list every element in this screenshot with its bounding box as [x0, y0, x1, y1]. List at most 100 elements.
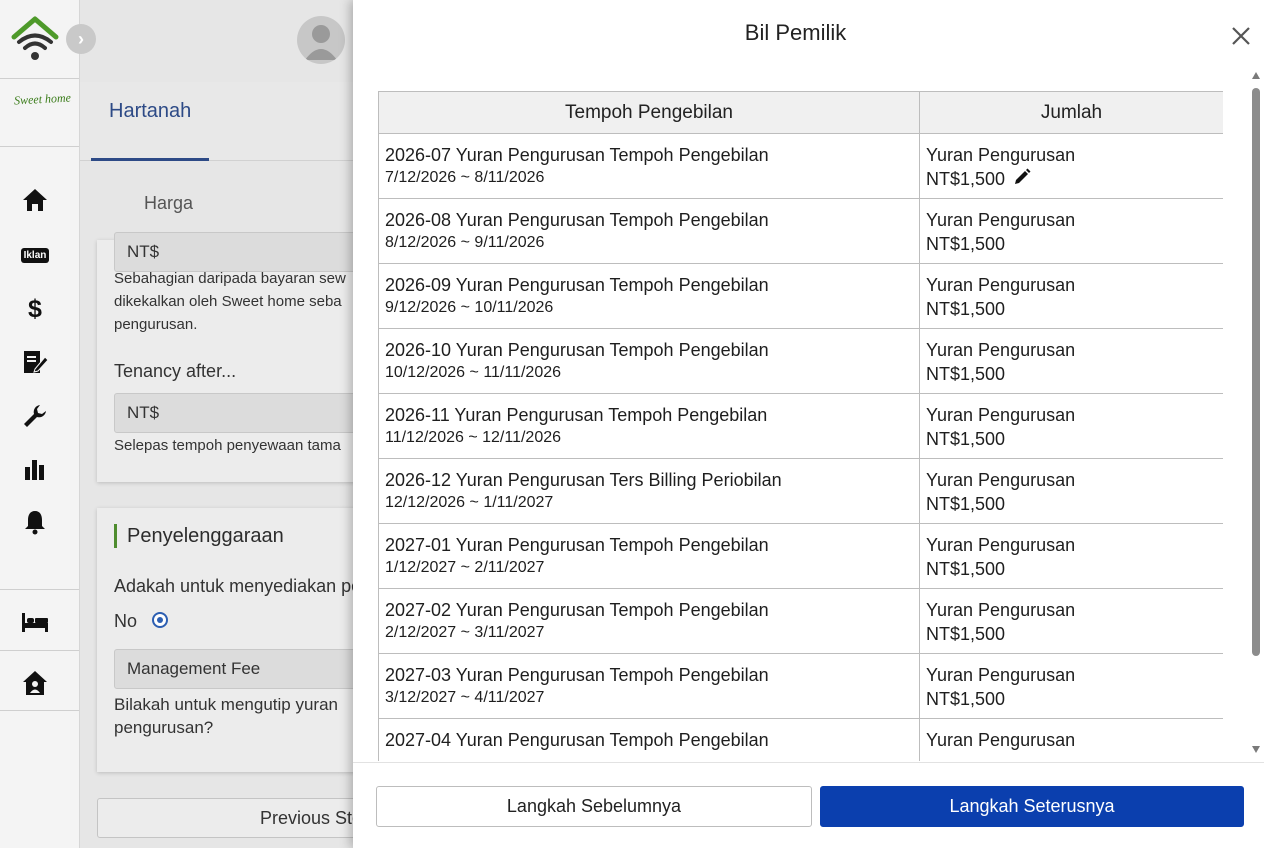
- period-cell: 2027-02 Yuran Pengurusan Tempoh Pengebil…: [378, 588, 920, 654]
- tab-property[interactable]: Hartanah: [109, 100, 191, 123]
- maintenance-question: Adakah untuk menyediakan pe: [114, 576, 362, 596]
- period-cell: 2026-07 Yuran Pengurusan Tempoh Pengebil…: [378, 133, 920, 199]
- scroll-up-arrow-icon[interactable]: [1252, 72, 1260, 79]
- tenancy-after-help: Selepas tempoh penyewaan tama: [114, 437, 341, 454]
- column-header-period: Tempoh Pengebilan: [378, 91, 920, 134]
- owner-bill-modal: Bil Pemilik Tempoh Pengebilan Jumlah 202…: [353, 0, 1264, 848]
- fee-type: Yuran Pengurusan: [926, 730, 1076, 750]
- fee-amount: NT$1,500: [926, 169, 1006, 189]
- table-row: 2026-09 Yuran Pengurusan Tempoh Pengebil…: [378, 263, 1223, 329]
- maintenance-card: Penyelenggaraan Adakah untuk menyediakan…: [97, 508, 374, 772]
- brand-logo: Sweet home: [13, 90, 72, 108]
- table-row: 2026-10 Yuran Pengurusan Tempoh Pengebil…: [378, 328, 1223, 394]
- amount-cell: Yuran Pengurusan: [919, 718, 1223, 761]
- ads-badge[interactable]: Iklan: [0, 244, 70, 266]
- period-cell: 2026-10 Yuran Pengurusan Tempoh Pengebil…: [378, 328, 920, 394]
- fee-amount: NT$1,500: [926, 494, 1006, 514]
- period-dates: 12/12/2026 ~ 1/11/2027: [385, 494, 554, 511]
- period-cell: 2026-08 Yuran Pengurusan Tempoh Pengebil…: [378, 198, 920, 264]
- property-tabs: Hartanah: [80, 82, 380, 161]
- sidebar: Sweet home Iklan $: [0, 0, 80, 848]
- fee-amount: NT$1,500: [926, 299, 1006, 319]
- close-button[interactable]: [1229, 24, 1253, 48]
- period-dates: 2/12/2027 ~ 3/11/2027: [385, 624, 545, 641]
- period-title: 2026-11 Yuran Pengurusan Tempoh Pengebil…: [385, 405, 768, 425]
- fee-type: Yuran Pengurusan: [926, 665, 1076, 685]
- contract-edit-icon[interactable]: [0, 348, 70, 376]
- period-title: 2026-08 Yuran Pengurusan Tempoh Pengebil…: [385, 210, 769, 230]
- period-dates: 7/12/2026 ~ 8/11/2026: [385, 169, 545, 186]
- period-cell: 2026-11 Yuran Pengurusan Tempoh Pengebil…: [378, 393, 920, 459]
- house-user-icon[interactable]: [0, 668, 70, 698]
- radio-no-label: No: [114, 611, 138, 631]
- amount-cell: Yuran Pengurusan NT$1,500: [919, 458, 1223, 524]
- fee-type: Yuran Pengurusan: [926, 275, 1076, 295]
- maintenance-title: Penyelenggaraan: [114, 524, 284, 548]
- period-dates: 1/12/2027 ~ 2/11/2027: [385, 559, 545, 576]
- period-title: 2026-09 Yuran Pengurusan Tempoh Pengebil…: [385, 275, 769, 295]
- table-row: 2027-02 Yuran Pengurusan Tempoh Pengebil…: [378, 588, 1223, 654]
- radio-no[interactable]: [152, 612, 168, 628]
- tenancy-after-input[interactable]: NT$: [114, 393, 374, 433]
- bar-chart-icon[interactable]: [0, 456, 70, 482]
- period-dates: 9/12/2026 ~ 10/11/2026: [385, 299, 554, 316]
- fee-amount: NT$1,500: [926, 689, 1006, 709]
- bell-icon[interactable]: [0, 508, 70, 536]
- fee-type: Yuran Pengurusan: [926, 600, 1076, 620]
- table-row: 2026-08 Yuran Pengurusan Tempoh Pengebil…: [378, 198, 1223, 264]
- table-row: 2026-07 Yuran Pengurusan Tempoh Pengebil…: [378, 133, 1223, 199]
- period-dates: 3/12/2027 ~ 4/11/2027: [385, 689, 545, 706]
- modal-title: Bil Pemilik: [744, 20, 847, 45]
- scroll-down-arrow-icon[interactable]: [1252, 746, 1260, 753]
- scrollbar-thumb[interactable]: [1252, 88, 1260, 656]
- period-cell: 2027-01 Yuran Pengurusan Tempoh Pengebil…: [378, 523, 920, 589]
- expand-sidebar-button[interactable]: ›: [66, 24, 96, 54]
- fee-type: Yuran Pengurusan: [926, 535, 1076, 555]
- management-fee-help: Bilakah untuk mengutip yuran pengurusan?: [114, 695, 338, 737]
- fee-amount: NT$1,500: [926, 624, 1006, 644]
- tab-price[interactable]: Harga: [144, 193, 193, 214]
- period-cell: 2026-09 Yuran Pengurusan Tempoh Pengebil…: [378, 263, 920, 329]
- next-step-button[interactable]: Langkah Seterusnya: [820, 786, 1244, 827]
- management-fee-select[interactable]: Management Fee: [114, 649, 374, 689]
- previous-step-button-bg[interactable]: Previous Ste: [97, 798, 387, 838]
- fee-input[interactable]: NT$: [114, 232, 374, 272]
- billing-table-container[interactable]: Tempoh Pengebilan Jumlah 2026-07 Yuran P…: [378, 91, 1223, 761]
- close-icon: [1232, 27, 1250, 45]
- footer-divider: [353, 762, 1264, 763]
- period-cell: 2027-03 Yuran Pengurusan Tempoh Pengebil…: [378, 653, 920, 719]
- fee-type: Yuran Pengurusan: [926, 405, 1076, 425]
- fee-amount: NT$1,500: [926, 429, 1006, 449]
- column-header-amount: Jumlah: [919, 91, 1223, 134]
- amount-cell: Yuran Pengurusan NT$1,500: [919, 198, 1223, 264]
- amount-cell: Yuran Pengurusan NT$1,500: [919, 653, 1223, 719]
- billing-table: Tempoh Pengebilan Jumlah 2026-07 Yuran P…: [378, 91, 1223, 761]
- wifi-home-logo-icon[interactable]: [0, 14, 70, 64]
- table-row: 2026-11 Yuran Pengurusan Tempoh Pengebil…: [378, 393, 1223, 459]
- amount-cell: Yuran Pengurusan NT$1,500: [919, 263, 1223, 329]
- amount-cell: Yuran Pengurusan NT$1,500: [919, 393, 1223, 459]
- amount-cell: Yuran Pengurusan NT$1,500: [919, 328, 1223, 394]
- period-cell: 2026-12 Yuran Pengurusan Ters Billing Pe…: [378, 458, 920, 524]
- table-row: 2027-03 Yuran Pengurusan Tempoh Pengebil…: [378, 653, 1223, 719]
- wrench-icon[interactable]: [0, 402, 70, 430]
- amount-cell: Yuran Pengurusan NT$1,500: [919, 523, 1223, 589]
- period-title: 2026-10 Yuran Pengurusan Tempoh Pengebil…: [385, 340, 769, 360]
- period-cell: 2027-04 Yuran Pengurusan Tempoh Pengebil…: [378, 718, 920, 761]
- fee-type: Yuran Pengurusan: [926, 210, 1076, 230]
- period-title: 2026-12 Yuran Pengurusan Ters Billing Pe…: [385, 470, 782, 490]
- tenancy-after-label: Tenancy after...: [114, 361, 237, 381]
- period-dates: 8/12/2026 ~ 9/11/2026: [385, 234, 545, 251]
- pencil-icon[interactable]: [1013, 168, 1031, 192]
- dollar-icon[interactable]: $: [0, 294, 70, 322]
- fee-type: Yuran Pengurusan: [926, 145, 1076, 165]
- home-icon[interactable]: [0, 186, 70, 214]
- avatar[interactable]: [297, 16, 345, 64]
- fee-type: Yuran Pengurusan: [926, 340, 1076, 360]
- bed-icon[interactable]: [0, 608, 70, 636]
- period-dates: 11/12/2026 ~ 12/11/2026: [385, 429, 562, 446]
- scrollbar[interactable]: [1249, 70, 1263, 760]
- previous-step-button[interactable]: Langkah Sebelumnya: [376, 786, 812, 827]
- table-row: 2026-12 Yuran Pengurusan Ters Billing Pe…: [378, 458, 1223, 524]
- fee-amount: NT$1,500: [926, 234, 1006, 254]
